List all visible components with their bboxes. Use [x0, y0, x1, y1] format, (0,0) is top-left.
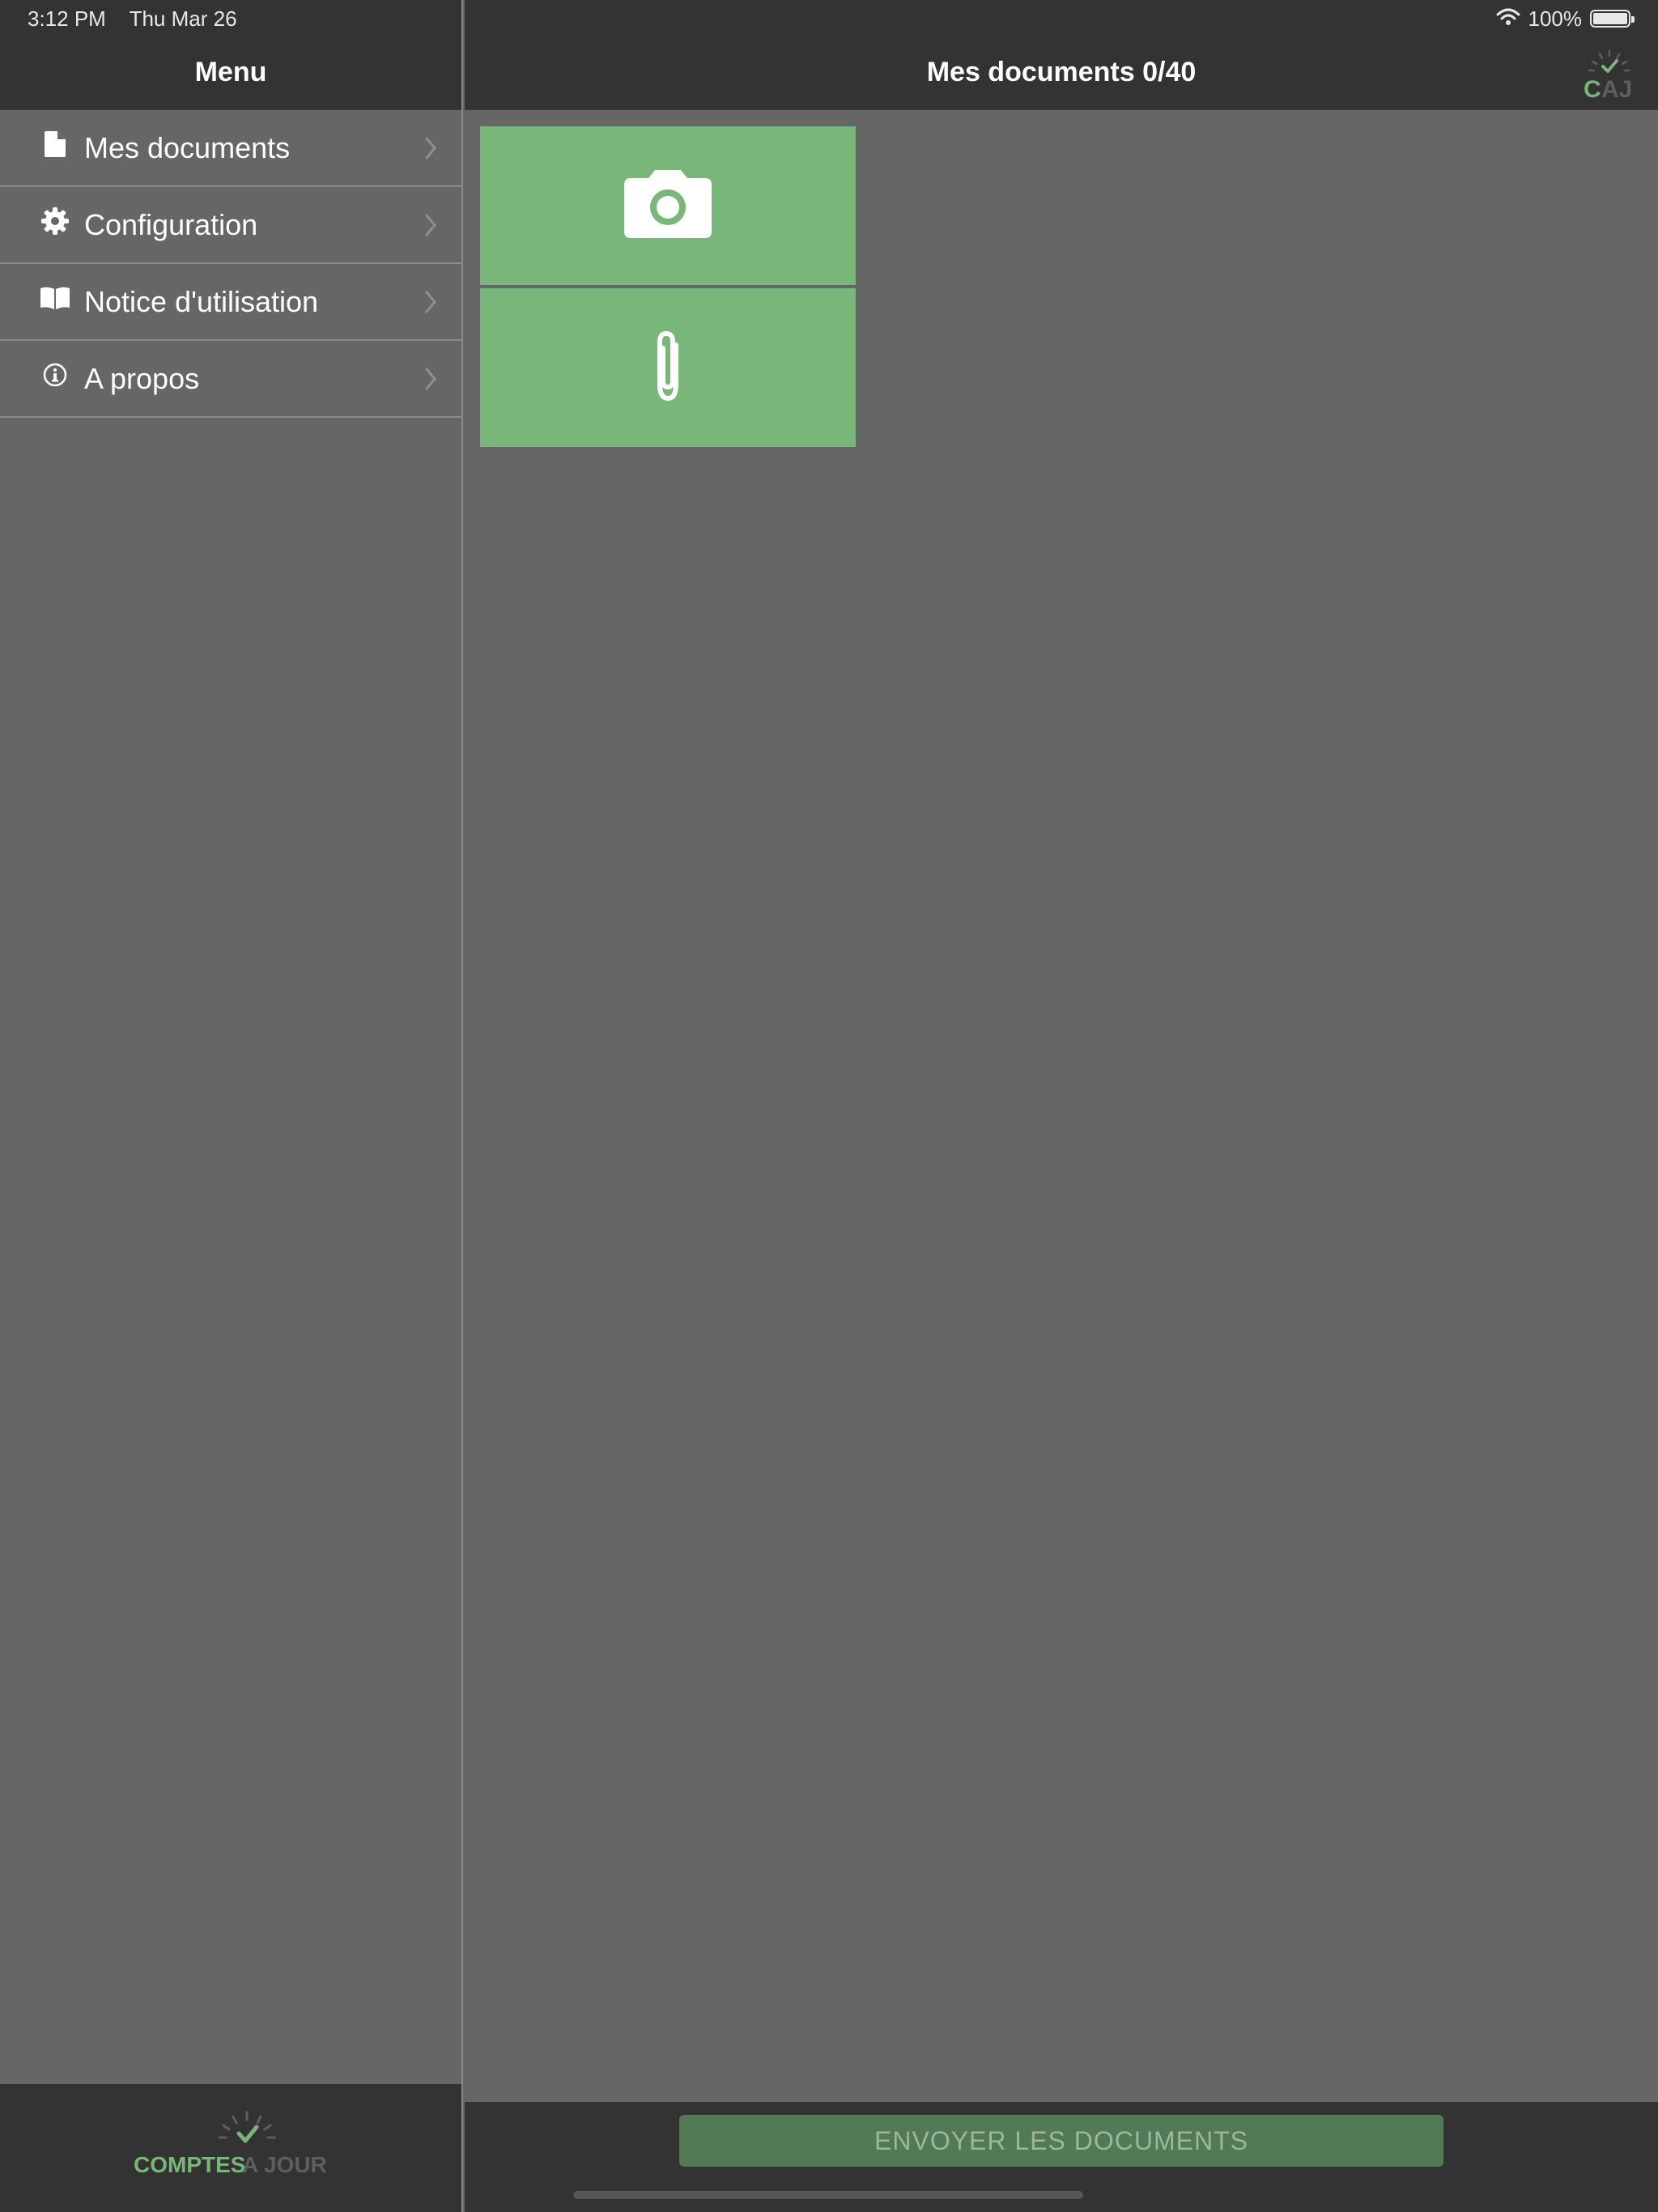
caj-logo: C AJ: [1580, 49, 1639, 104]
sidebar: Menu Mes documents Configuration Notice …: [0, 0, 463, 2212]
svg-text:C: C: [1584, 76, 1601, 100]
info-icon: [40, 360, 70, 389]
main-panel: Mes documents 0/40 C AJ ENVOYER LES DOCU…: [465, 0, 1658, 2212]
svg-text:AJ: AJ: [1601, 76, 1632, 100]
camera-icon: [624, 169, 712, 242]
document-icon: [40, 130, 70, 159]
svg-text:COMPTES: COMPTES: [134, 2152, 245, 2177]
app-screen: Menu Mes documents Configuration Notice …: [0, 0, 1658, 2212]
sidebar-item-configuration[interactable]: Configuration: [0, 187, 461, 264]
battery-icon: [1590, 10, 1635, 28]
status-right: 100%: [1496, 6, 1635, 32]
book-icon: [40, 283, 70, 313]
sidebar-footer: COMPTES A JOUR: [0, 2084, 461, 2212]
status-bar: 3:12 PM Thu Mar 26 100%: [0, 0, 1658, 37]
sidebar-item-a-propos[interactable]: A propos: [0, 341, 461, 418]
chevron-right-icon: [424, 368, 437, 394]
paperclip-icon: [644, 327, 692, 409]
sidebar-item-label: Configuration: [84, 207, 258, 241]
status-date: Thu Mar 26: [129, 6, 237, 31]
add-photo-button[interactable]: [480, 126, 856, 285]
sidebar-item-mes-documents[interactable]: Mes documents: [0, 110, 461, 187]
wifi-icon: [1496, 6, 1520, 32]
svg-text:A JOUR: A JOUR: [242, 2152, 327, 2177]
status-left: 3:12 PM Thu Mar 26: [28, 6, 255, 32]
page-title: Mes documents 0/40: [926, 57, 1197, 87]
chevron-right-icon: [424, 137, 437, 164]
sidebar-title: Menu: [194, 57, 267, 87]
sidebar-item-notice[interactable]: Notice d'utilisation: [0, 264, 461, 341]
battery-percentage: 100%: [1528, 6, 1583, 31]
comptes-a-jour-logo: COMPTES A JOUR: [134, 2111, 327, 2177]
sidebar-item-label: Notice d'utilisation: [84, 284, 319, 318]
bottom-bar: ENVOYER LES DOCUMENTS: [465, 2102, 1658, 2212]
attach-file-button[interactable]: [480, 288, 856, 447]
sidebar-item-label: A propos: [84, 361, 200, 395]
home-indicator: [573, 2191, 1083, 2199]
send-documents-button[interactable]: ENVOYER LES DOCUMENTS: [679, 2115, 1443, 2167]
chevron-right-icon: [424, 214, 437, 240]
chevron-right-icon: [424, 291, 437, 317]
status-time: 3:12 PM: [28, 6, 106, 31]
gear-icon: [40, 206, 70, 236]
sidebar-item-label: Mes documents: [84, 130, 291, 164]
